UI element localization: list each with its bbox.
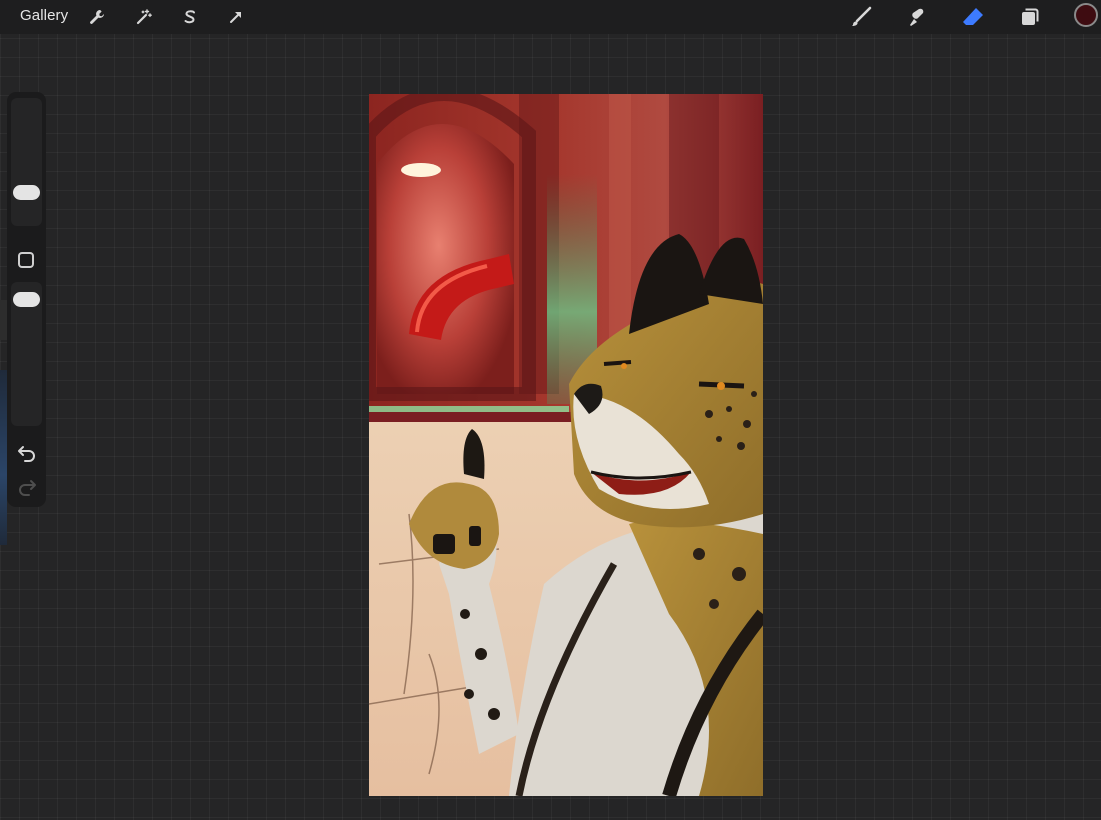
color-picker-button[interactable] (1074, 3, 1098, 27)
screen-edge-strip (0, 370, 7, 545)
smudge-icon[interactable] (904, 4, 930, 30)
eraser-icon[interactable] (960, 4, 986, 30)
selection-s-icon[interactable] (177, 4, 203, 30)
magic-wand-icon[interactable] (131, 4, 157, 30)
opacity-thumb[interactable] (13, 292, 40, 307)
layers-icon[interactable] (1017, 4, 1043, 30)
sidebar (7, 92, 46, 507)
top-toolbar: Gallery (0, 0, 1101, 34)
gallery-button[interactable]: Gallery (20, 7, 68, 24)
redo-icon[interactable] (16, 476, 38, 498)
wrench-icon[interactable] (84, 4, 110, 30)
brush-icon[interactable] (848, 4, 874, 30)
brush-size-thumb[interactable] (13, 185, 40, 200)
undo-icon[interactable] (16, 442, 38, 464)
transform-arrow-icon[interactable] (223, 4, 249, 30)
modify-square-icon[interactable] (18, 252, 34, 268)
canvas-artwork[interactable] (369, 94, 763, 796)
opacity-slider[interactable] (11, 282, 42, 426)
brush-size-slider[interactable] (11, 98, 42, 226)
